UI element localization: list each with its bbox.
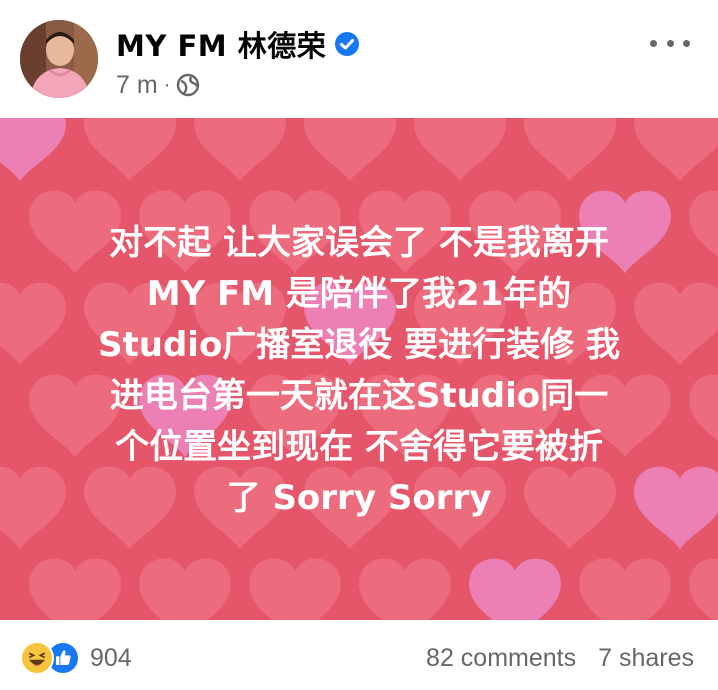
post-text-line: 了 Sorry Sorry [226, 478, 492, 518]
more-options-icon[interactable] [650, 28, 690, 58]
heart-shape [634, 118, 718, 182]
avatar-image [20, 20, 98, 98]
engagement-counts: 82 comments 7 shares [426, 640, 694, 676]
heart-shape [359, 558, 451, 620]
heart-shape [689, 190, 718, 274]
more-dot [666, 39, 674, 47]
post-meta: 7 m · [116, 70, 200, 100]
heart-shape [414, 118, 506, 182]
comments-count[interactable]: 82 comments [426, 644, 576, 673]
heart-shape [194, 118, 286, 182]
heart-shape [689, 558, 718, 620]
globe-icon [177, 73, 200, 97]
heart-shape [524, 118, 616, 182]
author-row: MY FM 林德荣 [116, 24, 360, 64]
more-dot [683, 39, 690, 47]
reactions-summary[interactable]: 904 [20, 640, 132, 676]
shares-count[interactable]: 7 shares [598, 644, 694, 673]
heart-shape [249, 558, 341, 620]
haha-reaction-icon [20, 641, 54, 675]
reaction-count: 904 [90, 643, 132, 672]
post-text-line: 进电台第一天就在这Studio同一 [109, 376, 609, 416]
heart-shape [29, 558, 121, 620]
post-text: 对不起 让大家误会了 不是我离开 MY FM 是陪伴了我21年的 Studio广… [40, 218, 678, 524]
post-header: MY FM 林德荣 7 m · [0, 0, 718, 118]
avatar[interactable] [20, 20, 98, 98]
heart-shape [469, 558, 561, 620]
heart-shape [304, 118, 396, 182]
post-background: 对不起 让大家误会了 不是我离开 MY FM 是陪伴了我21年的 Studio广… [0, 118, 718, 620]
heart-shape [84, 118, 176, 182]
post-text-line: 个位置坐到现在 不舍得它要被折 [115, 427, 603, 467]
post-text-line: 对不起 让大家误会了 不是我离开 [109, 223, 609, 263]
author-name[interactable]: MY FM 林德荣 [116, 23, 326, 65]
heart-shape [579, 558, 671, 620]
meta-separator: · [163, 73, 171, 96]
heart-shape [139, 558, 231, 620]
post-text-line: Studio广播室退役 要进行装修 我 [98, 325, 620, 365]
more-dot [650, 39, 657, 47]
post-text-line: MY FM 是陪伴了我21年的 [146, 274, 572, 314]
heart-shape [689, 374, 718, 458]
post-footer: 904 82 comments 7 shares [0, 620, 718, 690]
verified-badge-icon [335, 32, 360, 56]
heart-shape [0, 118, 66, 182]
post-timestamp[interactable]: 7 m [116, 71, 158, 100]
